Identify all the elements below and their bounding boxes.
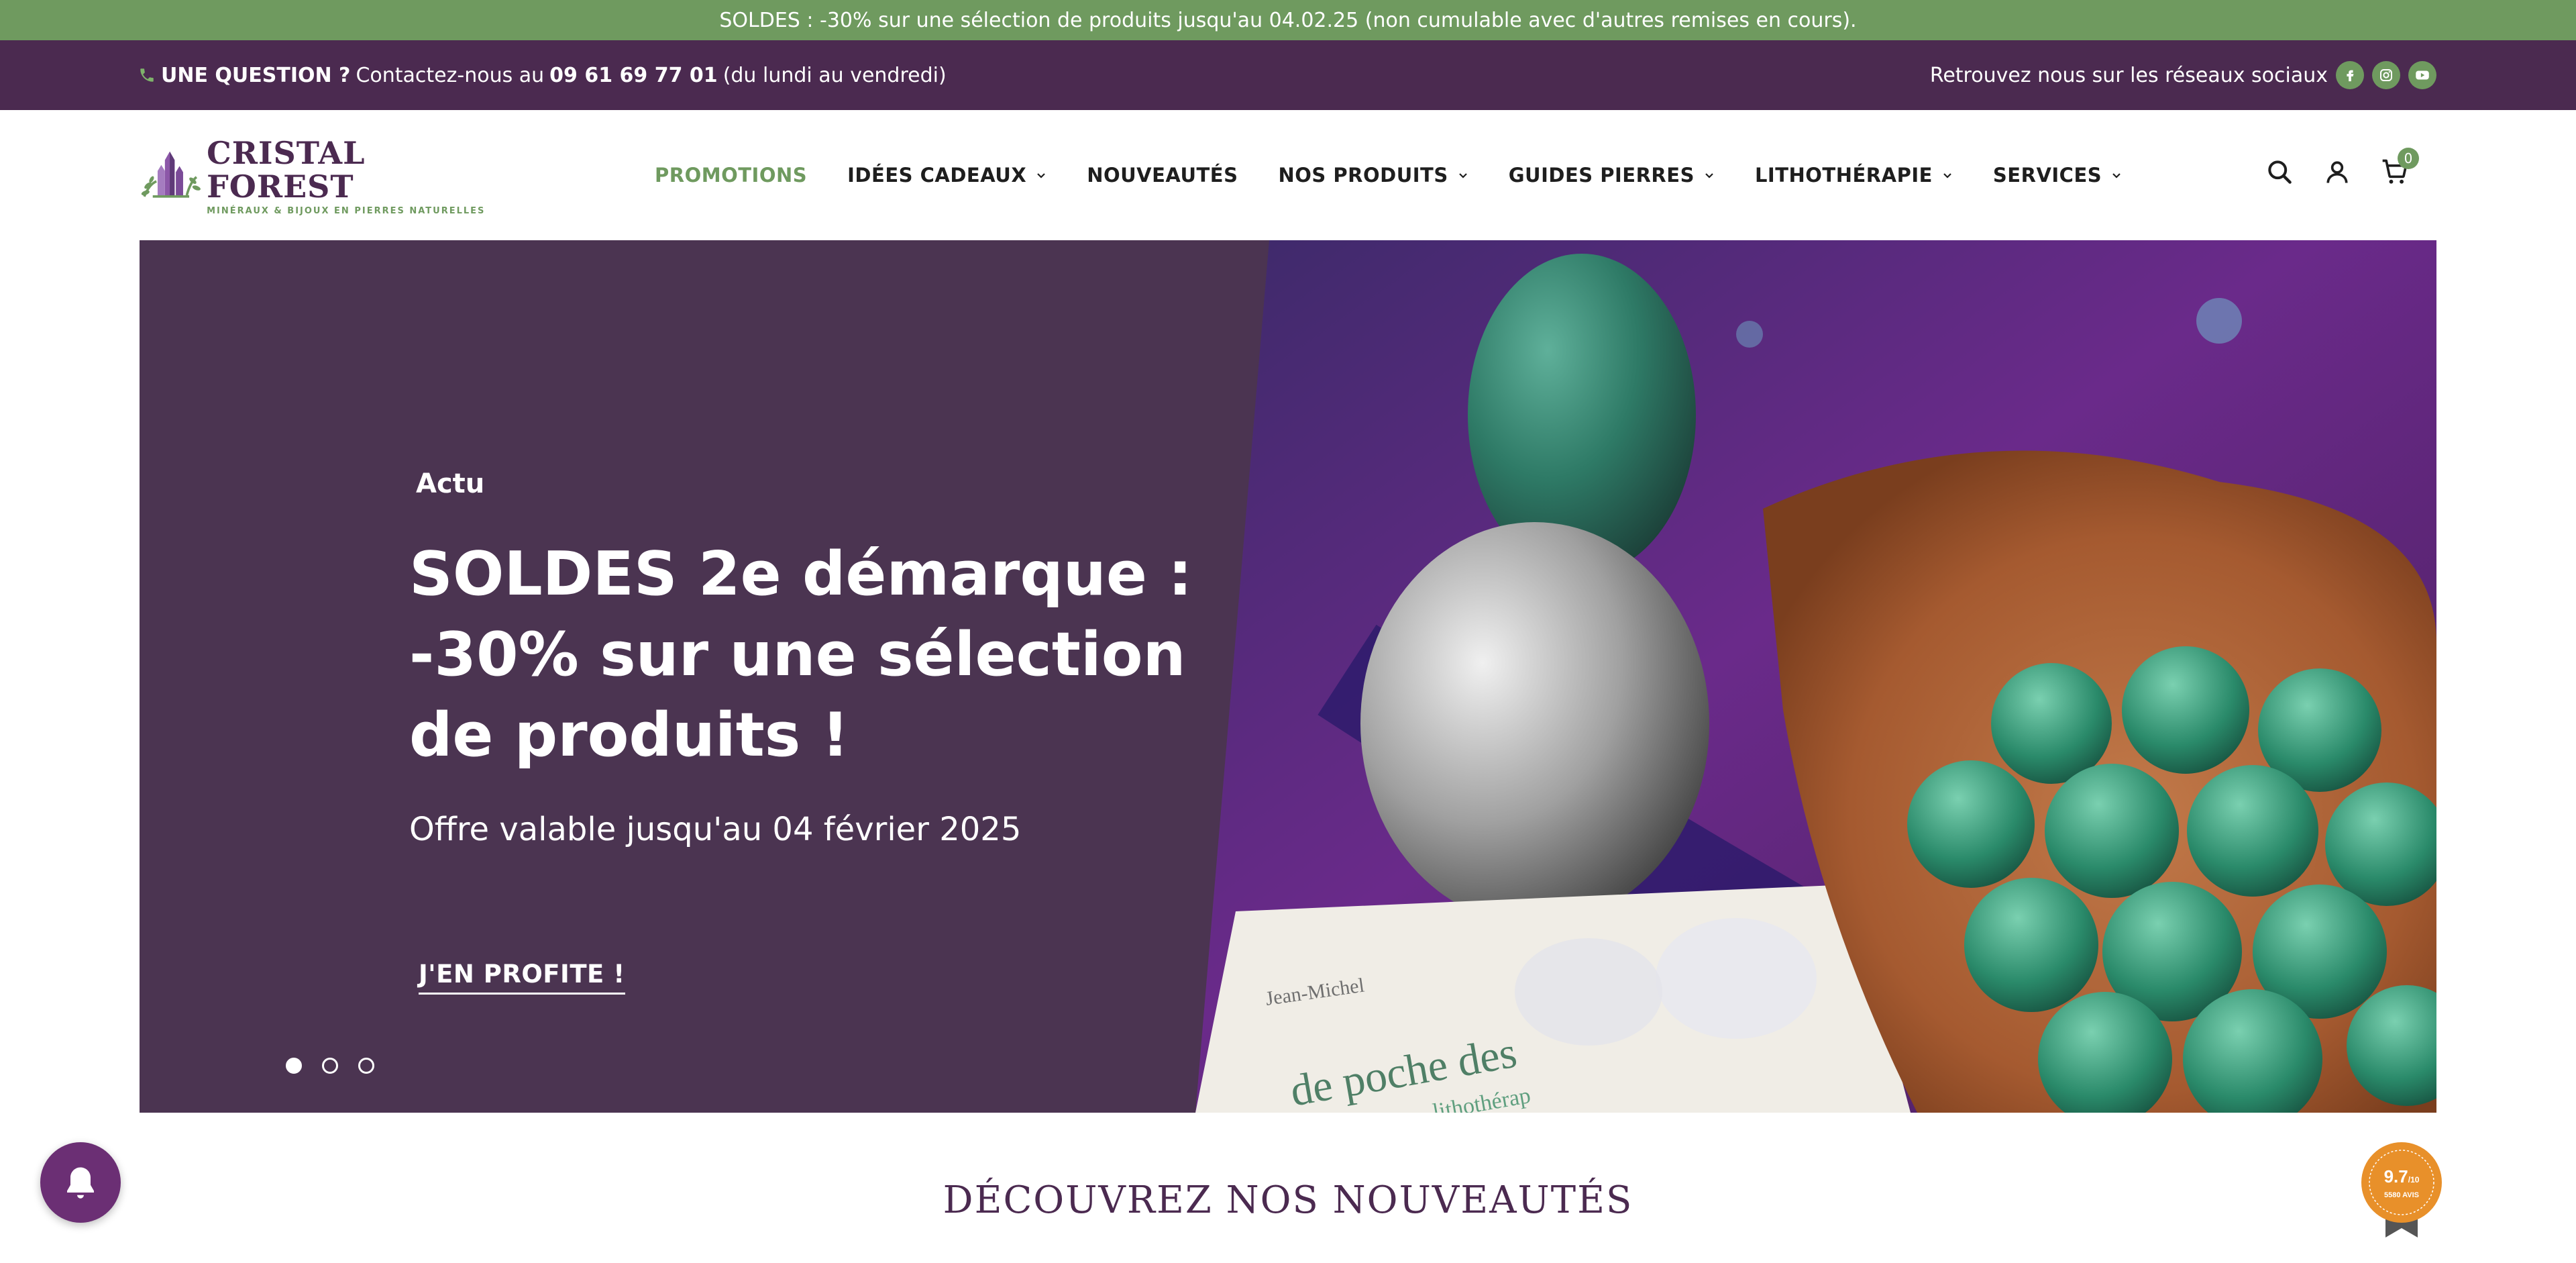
site-logo[interactable]: CRISTAL FOREST MINÉRAUX & BIJOUX EN PIER… xyxy=(138,136,494,216)
hero-slider: Jean-Michel de poche des lithothérap Act… xyxy=(140,240,2436,1113)
nav-label: SERVICES xyxy=(1992,164,2102,187)
facebook-icon[interactable] xyxy=(2336,61,2364,89)
social-links: Retrouvez nous sur les réseaux sociaux xyxy=(1930,40,2436,110)
question-label: UNE QUESTION ? xyxy=(161,63,351,87)
top-info-bar: UNE QUESTION ? Contactez-nous au 09 61 6… xyxy=(0,40,2576,110)
contact-text: Contactez-nous au xyxy=(356,63,545,87)
nav-label: NOUVEAUTÉS xyxy=(1087,164,1238,187)
nav-item-idees-cadeaux[interactable]: IDÉES CADEAUX xyxy=(847,164,1046,187)
social-text: Retrouvez nous sur les réseaux sociaux xyxy=(1929,63,2328,87)
hero-title-line: de produits ! xyxy=(409,700,849,770)
promo-banner: SOLDES : -30% sur une sélection de produ… xyxy=(0,0,2576,40)
main-nav: PROMOTIONS IDÉES CADEAUX NOUVEAUTÉS NOS … xyxy=(655,110,2162,240)
chevron-down-icon xyxy=(1458,173,1467,179)
contact-info: UNE QUESTION ? Contactez-nous au 09 61 6… xyxy=(138,40,947,110)
nav-label: IDÉES CADEAUX xyxy=(847,164,1027,187)
review-score: 9.7 xyxy=(2384,1166,2408,1186)
review-scale: /10 xyxy=(2408,1175,2420,1184)
slider-dot[interactable] xyxy=(358,1058,374,1074)
nav-label: GUIDES PIERRES xyxy=(1508,164,1695,187)
nav-item-lithotherapie[interactable]: LITHOTHÉRAPIE xyxy=(1755,164,1953,187)
nav-item-guides-pierres[interactable]: GUIDES PIERRES xyxy=(1509,164,1715,187)
hero-title: SOLDES 2e démarque : -30% sur une sélect… xyxy=(409,534,1214,776)
nav-item-promotions[interactable]: PROMOTIONS xyxy=(655,164,807,187)
chevron-down-icon xyxy=(2112,173,2121,179)
hero-title-line: -30% sur une sélection xyxy=(409,619,1186,690)
nav-label: PROMOTIONS xyxy=(655,164,808,187)
section-title: DÉCOUVREZ NOS NOUVEAUTÉS xyxy=(943,1178,1633,1222)
slider-dot[interactable] xyxy=(286,1058,302,1074)
logo-title: CRISTAL FOREST xyxy=(207,134,366,205)
nav-item-services[interactable]: SERVICES xyxy=(1993,164,2122,187)
review-count: 5580 AVIS xyxy=(2384,1191,2419,1199)
logo-subtitle: MINÉRAUX & BIJOUX EN PIERRES NATURELLES xyxy=(207,205,486,216)
nav-item-nos-produits[interactable]: NOS PRODUITS xyxy=(1279,164,1468,187)
hero-content: Actu SOLDES 2e démarque : -30% sur une s… xyxy=(409,468,1214,848)
promo-text: SOLDES : -30% sur une sélection de produ… xyxy=(719,8,1857,32)
phone-icon xyxy=(140,68,154,82)
nav-label: LITHOTHÉRAPIE xyxy=(1754,164,1933,187)
instagram-icon[interactable] xyxy=(2372,61,2400,89)
search-icon[interactable] xyxy=(2265,157,2294,187)
opening-hours: (du lundi au vendredi) xyxy=(722,63,947,87)
user-icon[interactable] xyxy=(2322,157,2352,187)
slider-dot[interactable] xyxy=(322,1058,338,1074)
hero-kicker: Actu xyxy=(416,468,485,499)
chevron-down-icon xyxy=(1943,173,1951,179)
youtube-icon[interactable] xyxy=(2408,61,2436,89)
phone-number[interactable]: 09 61 69 77 01 xyxy=(549,64,718,87)
header-actions: 0 xyxy=(2265,148,2419,187)
logo-text: CRISTAL FOREST MINÉRAUX & BIJOUX EN PIER… xyxy=(207,136,494,216)
crystal-logo-icon xyxy=(141,151,201,198)
review-badge[interactable]: 9.7/10 5580 AVIS xyxy=(2360,1141,2443,1237)
cart-count-badge: 0 xyxy=(2398,148,2419,169)
slider-dots xyxy=(286,1058,374,1074)
nav-item-nouveautes[interactable]: NOUVEAUTÉS xyxy=(1087,164,1238,187)
hero-cta-button[interactable]: J'EN PROFITE ! xyxy=(419,960,625,995)
cart-button[interactable]: 0 xyxy=(2380,148,2419,187)
nav-label: NOS PRODUITS xyxy=(1278,164,1448,187)
chevron-down-icon xyxy=(1705,173,1713,179)
hero-subtitle: Offre valable jusqu'au 04 février 2025 xyxy=(409,811,1022,848)
hero-title-line: SOLDES 2e démarque : xyxy=(409,539,1193,609)
chevron-down-icon xyxy=(1037,173,1045,179)
main-header: CRISTAL FOREST MINÉRAUX & BIJOUX EN PIER… xyxy=(0,110,2576,240)
